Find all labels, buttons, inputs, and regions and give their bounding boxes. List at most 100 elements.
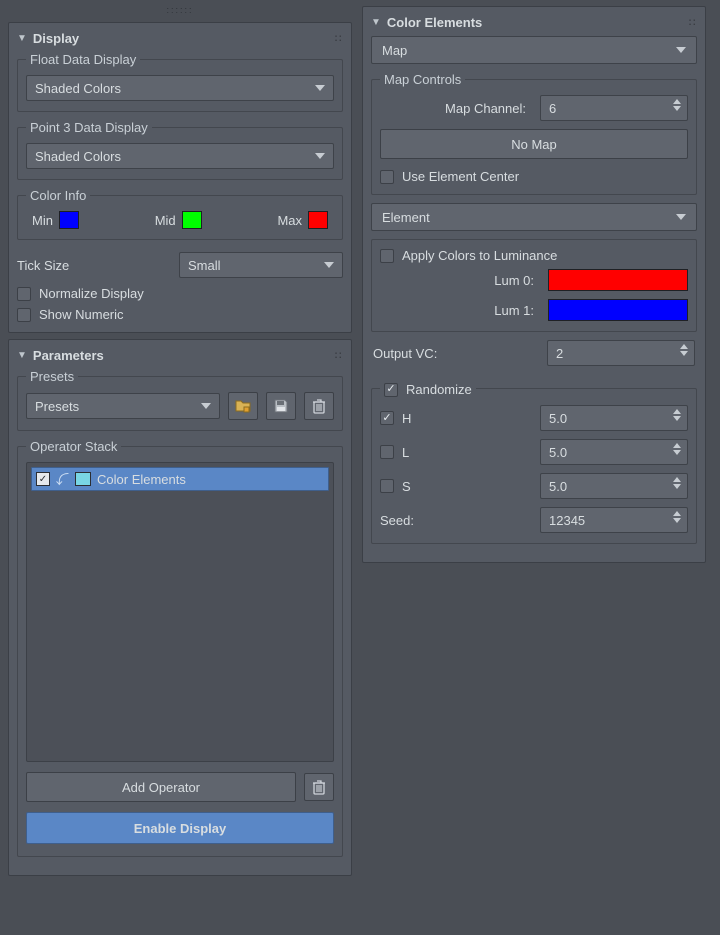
chevron-down-icon (315, 85, 325, 91)
no-map-label: No Map (511, 137, 557, 152)
operator-label: Color Elements (97, 472, 186, 487)
operator-stack-legend: Operator Stack (26, 439, 121, 454)
presets-dropdown[interactable]: Presets (26, 393, 220, 419)
delete-preset-button[interactable] (304, 392, 334, 420)
luminance-group: Apply Colors to Luminance Lum 0: Lum 1: (371, 239, 697, 332)
mid-color-swatch[interactable] (182, 211, 202, 229)
map-channel-label: Map Channel: (380, 101, 530, 116)
output-vc-label: Output VC: (373, 346, 537, 361)
seed-spinner[interactable]: 12345 (540, 507, 688, 533)
operator-enabled-checkbox[interactable] (36, 472, 50, 486)
parameters-panel: ▼ Parameters :: Presets Presets (8, 339, 352, 876)
operator-arrow-icon: ⤴ (56, 470, 69, 489)
randomize-h-checkbox[interactable] (380, 411, 394, 425)
tick-size-label: Tick Size (17, 258, 167, 273)
randomize-s-label: S (402, 479, 411, 494)
color-elements-panel-header[interactable]: ▼ Color Elements :: (371, 13, 697, 36)
randomize-l-label: L (402, 445, 409, 460)
lum1-label: Lum 1: (380, 303, 538, 318)
spinner-arrows-icon[interactable] (673, 409, 681, 421)
map-controls-group: Map Controls Map Channel: 6 No Map Use E… (371, 72, 697, 195)
randomize-l-checkbox[interactable] (380, 445, 394, 459)
min-label: Min (32, 213, 53, 228)
display-panel: ▼ Display :: Float Data Display Shaded C… (8, 22, 352, 333)
drag-handle-icon[interactable]: :: (334, 350, 343, 361)
spinner-arrows-icon[interactable] (673, 477, 681, 489)
no-map-button[interactable]: No Map (380, 129, 688, 159)
display-panel-header[interactable]: ▼ Display :: (17, 29, 343, 52)
enable-display-label: Enable Display (134, 821, 226, 836)
chevron-down-icon (201, 403, 211, 409)
add-operator-button[interactable]: Add Operator (26, 772, 296, 802)
drag-handle-icon[interactable]: :: (688, 17, 697, 28)
output-vc-value: 2 (556, 346, 563, 361)
operator-stack-list[interactable]: ⤴ Color Elements (26, 462, 334, 762)
parameters-panel-header[interactable]: ▼ Parameters :: (17, 346, 343, 369)
point3-data-group: Point 3 Data Display Shaded Colors (17, 120, 343, 180)
folder-icon (235, 398, 251, 414)
lum1-color-swatch[interactable] (548, 299, 688, 321)
tick-size-value: Small (188, 258, 221, 273)
randomize-checkbox[interactable] (384, 383, 398, 397)
normalize-display-label: Normalize Display (39, 286, 144, 301)
randomize-l-spinner[interactable]: 5.0 (540, 439, 688, 465)
output-vc-spinner[interactable]: 2 (547, 340, 695, 366)
normalize-display-checkbox[interactable] (17, 287, 31, 301)
randomize-h-spinner[interactable]: 5.0 (540, 405, 688, 431)
spinner-arrows-icon[interactable] (680, 344, 688, 356)
min-color-swatch[interactable] (59, 211, 79, 229)
load-preset-button[interactable] (228, 392, 258, 420)
point3-data-legend: Point 3 Data Display (26, 120, 152, 135)
panel-title: Display (33, 31, 79, 46)
collapse-icon: ▼ (17, 350, 27, 361)
randomize-l-value: 5.0 (549, 445, 567, 460)
presets-legend: Presets (26, 369, 78, 384)
seed-label: Seed: (380, 513, 530, 528)
randomize-h-label: H (402, 411, 411, 426)
panel-title: Parameters (33, 348, 104, 363)
enable-display-button[interactable]: Enable Display (26, 812, 334, 844)
randomize-s-spinner[interactable]: 5.0 (540, 473, 688, 499)
show-numeric-checkbox[interactable] (17, 308, 31, 322)
save-preset-button[interactable] (266, 392, 296, 420)
save-icon (273, 398, 289, 414)
mid-label: Mid (155, 213, 176, 228)
color-info-group: Color Info Min Mid Max (17, 188, 343, 240)
operator-stack-group: Operator Stack ⤴ Color Elements Add Oper… (17, 439, 343, 857)
apply-luminance-label: Apply Colors to Luminance (402, 248, 557, 263)
point3-data-dropdown[interactable]: Shaded Colors (26, 143, 334, 169)
randomize-s-checkbox[interactable] (380, 479, 394, 493)
map-channel-spinner[interactable]: 6 (540, 95, 688, 121)
seed-value: 12345 (549, 513, 585, 528)
float-data-group: Float Data Display Shaded Colors (17, 52, 343, 112)
tick-size-dropdown[interactable]: Small (179, 252, 343, 278)
trash-icon (312, 398, 326, 414)
spinner-arrows-icon[interactable] (673, 443, 681, 455)
color-mode-dropdown[interactable]: Map (371, 36, 697, 64)
max-color-swatch[interactable] (308, 211, 328, 229)
color-mode-value: Map (382, 43, 407, 58)
float-data-legend: Float Data Display (26, 52, 140, 67)
element-mode-value: Element (382, 210, 430, 225)
apply-luminance-checkbox[interactable] (380, 249, 394, 263)
spinner-arrows-icon[interactable] (673, 511, 681, 523)
chevron-down-icon (676, 214, 686, 220)
lum0-color-swatch[interactable] (548, 269, 688, 291)
chevron-down-icon (315, 153, 325, 159)
randomize-legend: Randomize (406, 382, 472, 397)
map-channel-value: 6 (549, 101, 556, 116)
delete-operator-button[interactable] (304, 773, 334, 801)
panel-grip[interactable]: :::::: (8, 6, 352, 14)
float-data-value: Shaded Colors (35, 81, 121, 96)
spinner-arrows-icon[interactable] (673, 99, 681, 111)
float-data-dropdown[interactable]: Shaded Colors (26, 75, 334, 101)
operator-color-swatch[interactable] (75, 472, 91, 486)
operator-stack-item[interactable]: ⤴ Color Elements (31, 467, 329, 491)
presets-value: Presets (35, 399, 79, 414)
drag-handle-icon[interactable]: :: (334, 33, 343, 44)
point3-data-value: Shaded Colors (35, 149, 121, 164)
randomize-h-value: 5.0 (549, 411, 567, 426)
use-element-center-checkbox[interactable] (380, 170, 394, 184)
element-mode-dropdown[interactable]: Element (371, 203, 697, 231)
lum0-label: Lum 0: (380, 273, 538, 288)
